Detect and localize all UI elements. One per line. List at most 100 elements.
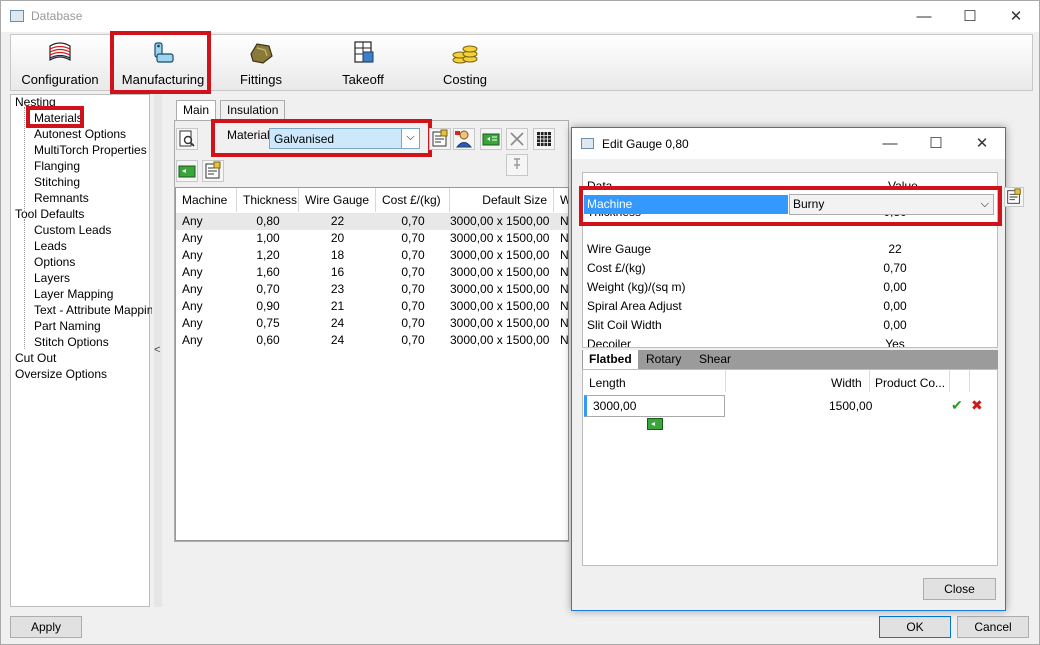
property-row[interactable]: Decoiler Yes xyxy=(583,335,997,347)
ribbon-costing[interactable]: Costing xyxy=(425,35,505,91)
dialog-title-bar: Edit Gauge 0,80 — ☐ ✕ xyxy=(572,128,1005,159)
delete-button[interactable] xyxy=(506,128,528,150)
property-row[interactable]: Slit Coil Width 0,00 xyxy=(583,316,997,335)
settings-tree: Nesting Materials Autonest Options Multi… xyxy=(10,94,160,607)
tab-shear[interactable]: Shear xyxy=(693,350,737,369)
property-row[interactable]: Spiral Area Adjust 0,00 xyxy=(583,297,997,316)
delete-icon xyxy=(510,132,524,146)
table-row[interactable]: Any 0,60 24 0,70 3000,00 x 1500,00 No xyxy=(176,332,568,349)
ribbon-takeoff-label: Takeoff xyxy=(342,72,384,87)
print-preview-button[interactable] xyxy=(176,128,198,150)
splitter[interactable]: < xyxy=(152,94,164,607)
property-row[interactable]: Weight (kg)/(sq m) 0,00 xyxy=(583,278,997,297)
ribbon-takeoff[interactable]: Takeoff xyxy=(323,35,403,91)
tab-main[interactable]: Main xyxy=(176,100,217,121)
add-row-icon[interactable] xyxy=(647,418,663,430)
table-row[interactable]: Any 1,00 20 0,70 3000,00 x 1500,00 No xyxy=(176,230,568,247)
maximize-button[interactable]: ☐ xyxy=(947,1,993,32)
edit-row-button[interactable] xyxy=(202,160,224,182)
pin-icon xyxy=(514,158,520,169)
cell-machine: Any xyxy=(182,299,203,313)
dialog-close-action-button[interactable]: Close xyxy=(923,578,996,600)
table-row[interactable]: Any 1,60 16 0,70 3000,00 x 1500,00 No xyxy=(176,264,568,281)
grid-button[interactable] xyxy=(533,128,555,150)
cell-we: No xyxy=(560,282,569,296)
add-row-button[interactable] xyxy=(176,160,198,182)
tree-item-stitching[interactable]: Stitching xyxy=(34,175,80,189)
cell-thickness: 1,00 xyxy=(256,231,280,245)
property-row[interactable]: Cost £/(kg) 0,70 xyxy=(583,259,997,278)
tree-item-options[interactable]: Options xyxy=(34,255,75,269)
ribbon-fittings[interactable]: Fittings xyxy=(221,35,301,91)
dialog-maximize-button[interactable]: ☐ xyxy=(913,128,959,159)
table-row[interactable]: Any 0,75 24 0,70 3000,00 x 1500,00 No xyxy=(176,315,569,332)
add-item-button[interactable] xyxy=(480,128,502,150)
cell-default-size: 3000,00 x 1500,00 xyxy=(450,214,550,228)
col-default-size[interactable]: Default Size xyxy=(450,188,554,212)
col-machine[interactable]: Machine xyxy=(176,188,237,212)
ok-button[interactable]: OK xyxy=(879,616,951,638)
tree-item-autonest-options[interactable]: Autonest Options xyxy=(34,127,126,141)
tree-item-tool-defaults[interactable]: Tool Defaults xyxy=(15,207,84,221)
table-row[interactable]: Any 1,20 18 0,70 3000,00 x 1500,00 No xyxy=(176,247,568,264)
cancel-button[interactable]: Cancel xyxy=(957,616,1029,638)
length-value: 3000,00 xyxy=(593,399,637,413)
tab-flatbed[interactable]: Flatbed xyxy=(583,350,638,369)
property-row[interactable]: Wire Gauge 22 xyxy=(583,240,997,259)
properties-side-button[interactable] xyxy=(1004,187,1024,207)
cell-machine: Any xyxy=(182,282,203,296)
user-button[interactable] xyxy=(453,128,475,150)
fittings-icon xyxy=(250,43,273,64)
cell-machine: Any xyxy=(182,333,203,347)
tree-item-custom-leads[interactable]: Custom Leads xyxy=(34,223,111,237)
tree-item-layer-mapping[interactable]: Layer Mapping xyxy=(34,287,113,301)
tree-item-multitorch-properties[interactable]: MultiTorch Properties xyxy=(34,143,147,157)
column-divider xyxy=(725,370,726,392)
collapse-arrow-icon[interactable]: < xyxy=(154,344,160,356)
tree-item-text-attribute-mapping[interactable]: Text - Attribute Mapping xyxy=(34,303,160,317)
ribbon-fittings-label: Fittings xyxy=(240,72,282,87)
dialog-app-icon xyxy=(581,138,594,149)
table-row[interactable]: Any 0,90 21 0,70 3000,00 x 1500,00 No xyxy=(176,298,568,315)
tree-item-layers[interactable]: Layers xyxy=(34,271,70,285)
col-cost[interactable]: Cost £/(kg) xyxy=(376,188,450,212)
cell-wire-gauge: 24 xyxy=(330,333,345,347)
col-we[interactable]: We xyxy=(554,188,568,212)
col-thickness[interactable]: Thickness xyxy=(237,188,299,212)
cell-thickness: 0,90 xyxy=(256,299,280,313)
tree-item-part-naming[interactable]: Part Naming xyxy=(34,319,101,333)
close-button[interactable]: ✕ xyxy=(993,1,1039,32)
minimize-button[interactable]: — xyxy=(901,1,947,32)
table-row[interactable]: Any 0,70 23 0,70 3000,00 x 1500,00 No xyxy=(176,281,569,298)
configuration-icon xyxy=(49,42,71,62)
database-window: Database — ☐ ✕ Configuration Manufacturi… xyxy=(0,0,1040,645)
dialog-minimize-button[interactable]: — xyxy=(867,128,913,159)
cell-we: No xyxy=(560,316,569,330)
table-row[interactable]: Any 0,80 22 0,70 3000,00 x 1500,00 No xyxy=(176,213,568,230)
tree-item-remnants[interactable]: Remnants xyxy=(34,191,89,205)
ribbon-configuration[interactable]: Configuration xyxy=(13,35,107,91)
material-properties-button[interactable] xyxy=(429,128,451,150)
cell-cost: 0,70 xyxy=(401,231,425,245)
add-row-icon xyxy=(178,165,196,178)
tab-insulation[interactable]: Insulation xyxy=(220,100,286,120)
reject-icon[interactable]: ✖ xyxy=(971,397,983,414)
col-wire-gauge[interactable]: Wire Gauge xyxy=(299,188,376,212)
tree-item-flanging[interactable]: Flanging xyxy=(34,159,80,173)
tree-item-leads[interactable]: Leads xyxy=(34,239,67,253)
tree-item-stitch-options[interactable]: Stitch Options xyxy=(34,335,109,349)
property-value: 0,00 xyxy=(883,318,907,332)
tab-rotary[interactable]: Rotary xyxy=(640,350,687,369)
length-input[interactable]: 3000,00 xyxy=(584,395,725,417)
property-value: 0,00 xyxy=(883,280,907,294)
dialog-title: Edit Gauge 0,80 xyxy=(602,137,689,151)
tree-item-cut-out[interactable]: Cut Out xyxy=(15,351,56,365)
accept-icon[interactable]: ✔ xyxy=(951,397,963,414)
cell-default-size: 3000,00 x 1500,00 xyxy=(450,299,550,313)
cell-wire-gauge: 18 xyxy=(330,248,345,262)
apply-button[interactable]: Apply xyxy=(10,616,82,638)
tree-item-oversize-options[interactable]: Oversize Options xyxy=(15,367,107,381)
pin-button[interactable] xyxy=(506,154,528,176)
dialog-close-button[interactable]: ✕ xyxy=(959,128,1005,159)
cell-cost: 0,70 xyxy=(401,333,425,347)
